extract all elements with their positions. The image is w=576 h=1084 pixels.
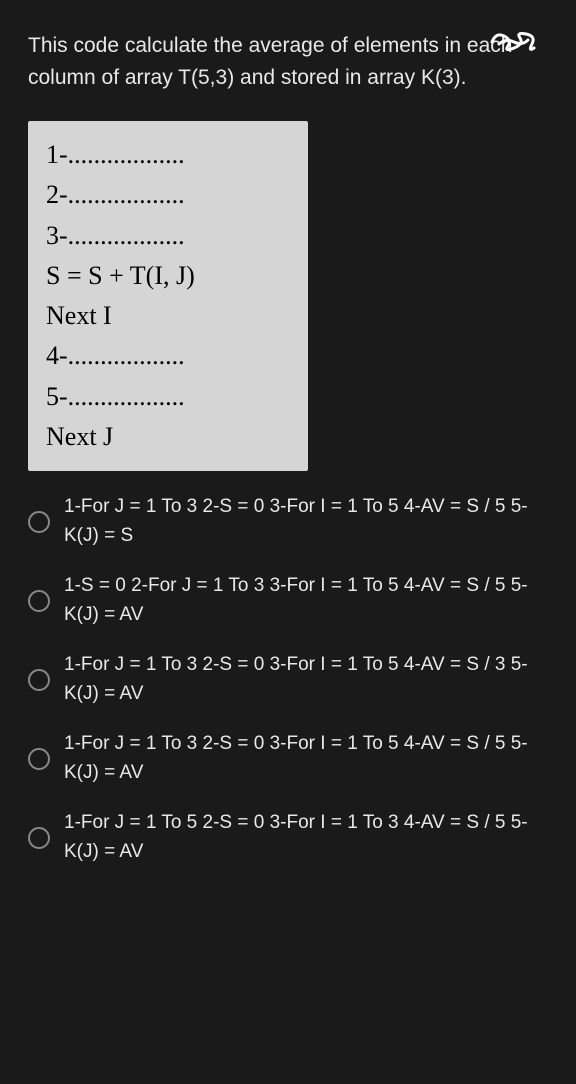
radio-icon	[28, 590, 50, 612]
radio-icon	[28, 511, 50, 533]
option-1[interactable]: 1-For J = 1 To 3 2-S = 0 3-For I = 1 To …	[28, 493, 548, 550]
code-line-2: 2-..................	[46, 175, 290, 215]
radio-icon	[28, 827, 50, 849]
options-group: 1-For J = 1 To 3 2-S = 0 3-For I = 1 To …	[28, 493, 548, 866]
option-2[interactable]: 1-S = 0 2-For J = 1 To 3 3-For I = 1 To …	[28, 572, 548, 629]
scribble-mark	[484, 24, 544, 60]
option-4[interactable]: 1-For J = 1 To 3 2-S = 0 3-For I = 1 To …	[28, 730, 548, 787]
radio-icon	[28, 748, 50, 770]
code-line-4: S = S + T(I, J)	[46, 256, 290, 296]
option-text: 1-For J = 1 To 3 2-S = 0 3-For I = 1 To …	[64, 493, 548, 550]
question-text: This code calculate the average of eleme…	[28, 30, 548, 93]
option-text: 1-For J = 1 To 3 2-S = 0 3-For I = 1 To …	[64, 730, 548, 787]
option-text: 1-For J = 1 To 5 2-S = 0 3-For I = 1 To …	[64, 809, 548, 866]
code-line-5: Next I	[46, 296, 290, 336]
code-line-1: 1-..................	[46, 135, 290, 175]
code-line-6: 4-..................	[46, 336, 290, 376]
code-line-8: Next J	[46, 417, 290, 457]
option-5[interactable]: 1-For J = 1 To 5 2-S = 0 3-For I = 1 To …	[28, 809, 548, 866]
radio-icon	[28, 669, 50, 691]
code-line-3: 3-..................	[46, 216, 290, 256]
option-text: 1-For J = 1 To 3 2-S = 0 3-For I = 1 To …	[64, 651, 548, 708]
option-3[interactable]: 1-For J = 1 To 3 2-S = 0 3-For I = 1 To …	[28, 651, 548, 708]
code-block: 1-.................. 2-.................…	[28, 121, 308, 471]
code-line-7: 5-..................	[46, 377, 290, 417]
option-text: 1-S = 0 2-For J = 1 To 3 3-For I = 1 To …	[64, 572, 548, 629]
